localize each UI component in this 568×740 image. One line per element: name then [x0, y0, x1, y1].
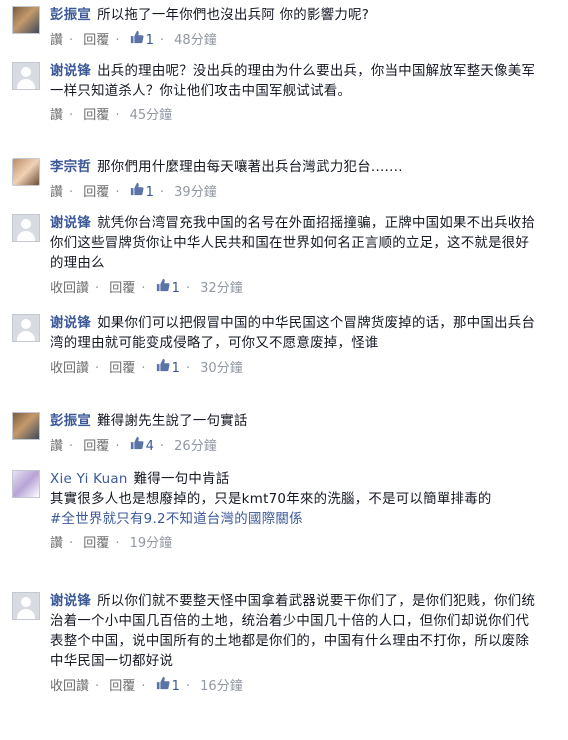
avatar[interactable] [12, 158, 40, 186]
timestamp[interactable]: 19分鐘 [130, 534, 173, 554]
comment-author[interactable]: 谢说锋 [50, 594, 91, 609]
like-count[interactable]: 1 [156, 278, 180, 299]
like-link[interactable]: 讚 [50, 106, 63, 126]
timestamp[interactable]: 39分鐘 [174, 183, 217, 203]
comment-text: 就凭你台湾冒充我中国的名号在外面招摇撞骗，正牌中国如果不出兵收拾你们这些冒牌货你… [50, 216, 536, 271]
reply-link[interactable]: 回覆 [83, 31, 109, 51]
avatar[interactable] [12, 62, 40, 90]
timestamp[interactable]: 16分鐘 [200, 677, 243, 697]
reply-link[interactable]: 回覆 [109, 279, 135, 299]
comment-actions: 讚 · 回覆 · 4 · 26分鐘 [50, 436, 540, 457]
avatar[interactable] [12, 592, 40, 620]
comment-text: 難得謝先生說了一句實話 [97, 414, 248, 429]
thumbs-up-icon [156, 676, 170, 690]
like-count[interactable]: 1 [130, 30, 154, 51]
timestamp[interactable]: 45分鐘 [130, 106, 173, 126]
unlike-link[interactable]: 收回讚 [50, 279, 89, 299]
unlike-link[interactable]: 收回讚 [50, 359, 89, 379]
comment-author[interactable]: Xie Yi Kuan [50, 472, 128, 487]
like-link[interactable]: 讚 [50, 183, 63, 203]
like-link[interactable]: 讚 [50, 534, 63, 554]
timestamp[interactable]: 48分鐘 [174, 31, 217, 51]
comment-actions: 讚 · 回覆 · 1 · 48分鐘 [50, 30, 540, 51]
avatar[interactable] [12, 412, 40, 440]
like-count[interactable]: 4 [130, 436, 154, 457]
comment-actions: 收回讚 · 回覆 · 1 · 30分鐘 [50, 358, 540, 379]
comment-list: 彭振宣 所以拖了一年你們也沒出兵阿 你的影響力呢? 讚 · 回覆 · 1 · 48分鐘… [0, 0, 568, 740]
comment-text: 所以拖了一年你們也沒出兵阿 你的影響力呢? [97, 8, 370, 23]
avatar[interactable] [12, 214, 40, 242]
comment-actions: 收回讚 · 回覆 · 1 · 16分鐘 [50, 676, 540, 697]
avatar[interactable] [12, 314, 40, 342]
thumbs-up-icon [130, 436, 144, 450]
comment-actions: 讚 · 回覆 · 1 · 39分鐘 [50, 182, 540, 203]
thumbs-up-icon [156, 358, 170, 372]
timestamp[interactable]: 26分鐘 [174, 437, 217, 457]
avatar[interactable] [12, 6, 40, 34]
hashtag-link[interactable]: #全世界就只有9.2不知道台灣的國際關係 [50, 512, 303, 527]
comment-actions: 收回讚 · 回覆 · 1 · 32分鐘 [50, 278, 540, 299]
comment-author[interactable]: 谢说锋 [50, 64, 91, 79]
like-count[interactable]: 1 [130, 182, 154, 203]
reply-link[interactable]: 回覆 [83, 183, 109, 203]
timestamp[interactable]: 30分鐘 [200, 359, 243, 379]
thumbs-up-icon [130, 30, 144, 44]
like-count[interactable]: 1 [156, 358, 180, 379]
comment-text: 那你們用什麼理由每天嚷著出兵台灣武力犯台....... [97, 160, 403, 175]
reply-link[interactable]: 回覆 [109, 677, 135, 697]
thumbs-up-icon [130, 182, 144, 196]
comment-text: 難得一句中肯話 [133, 472, 230, 487]
avatar[interactable] [12, 470, 40, 498]
like-link[interactable]: 讚 [50, 437, 63, 457]
comment-text: 出兵的理由呢？没出兵的理由为什么要出兵，你当中国解放军整天像美军一样只知道杀人？… [50, 64, 536, 99]
like-link[interactable]: 讚 [50, 31, 63, 51]
comment-actions: 讚 · 回覆 · 45分鐘 [50, 106, 540, 127]
comment-actions: 讚 · 回覆 · 19分鐘 [50, 534, 540, 555]
comment-text: 如果你们可以把假冒中国的中华民国这个冒牌货废掉的话，那中国出兵台湾的理由就可能变… [50, 316, 536, 351]
thumbs-up-icon [156, 278, 170, 292]
like-count[interactable]: 1 [156, 676, 180, 697]
comment-author[interactable]: 谢说锋 [50, 316, 91, 331]
reply-link[interactable]: 回覆 [109, 359, 135, 379]
reply-link[interactable]: 回覆 [83, 106, 109, 126]
comment-author[interactable]: 李宗哲 [50, 160, 91, 175]
comment-author[interactable]: 谢说锋 [50, 216, 91, 231]
timestamp[interactable]: 32分鐘 [200, 279, 243, 299]
comment-author[interactable]: 彭振宣 [50, 414, 91, 429]
reply-link[interactable]: 回覆 [83, 437, 109, 457]
comment-text-continued: 其實很多人也是想廢掉的，只是kmt70年來的洗腦，不是可以簡單排毒的 [50, 492, 492, 507]
reply-link[interactable]: 回覆 [83, 534, 109, 554]
comment-text: 所以你们就不要整天怪中国拿着武器说要干你们了，是你们犯贱，你们统治着一个小中国几… [50, 594, 536, 669]
comment-author[interactable]: 彭振宣 [50, 8, 91, 23]
unlike-link[interactable]: 收回讚 [50, 677, 89, 697]
